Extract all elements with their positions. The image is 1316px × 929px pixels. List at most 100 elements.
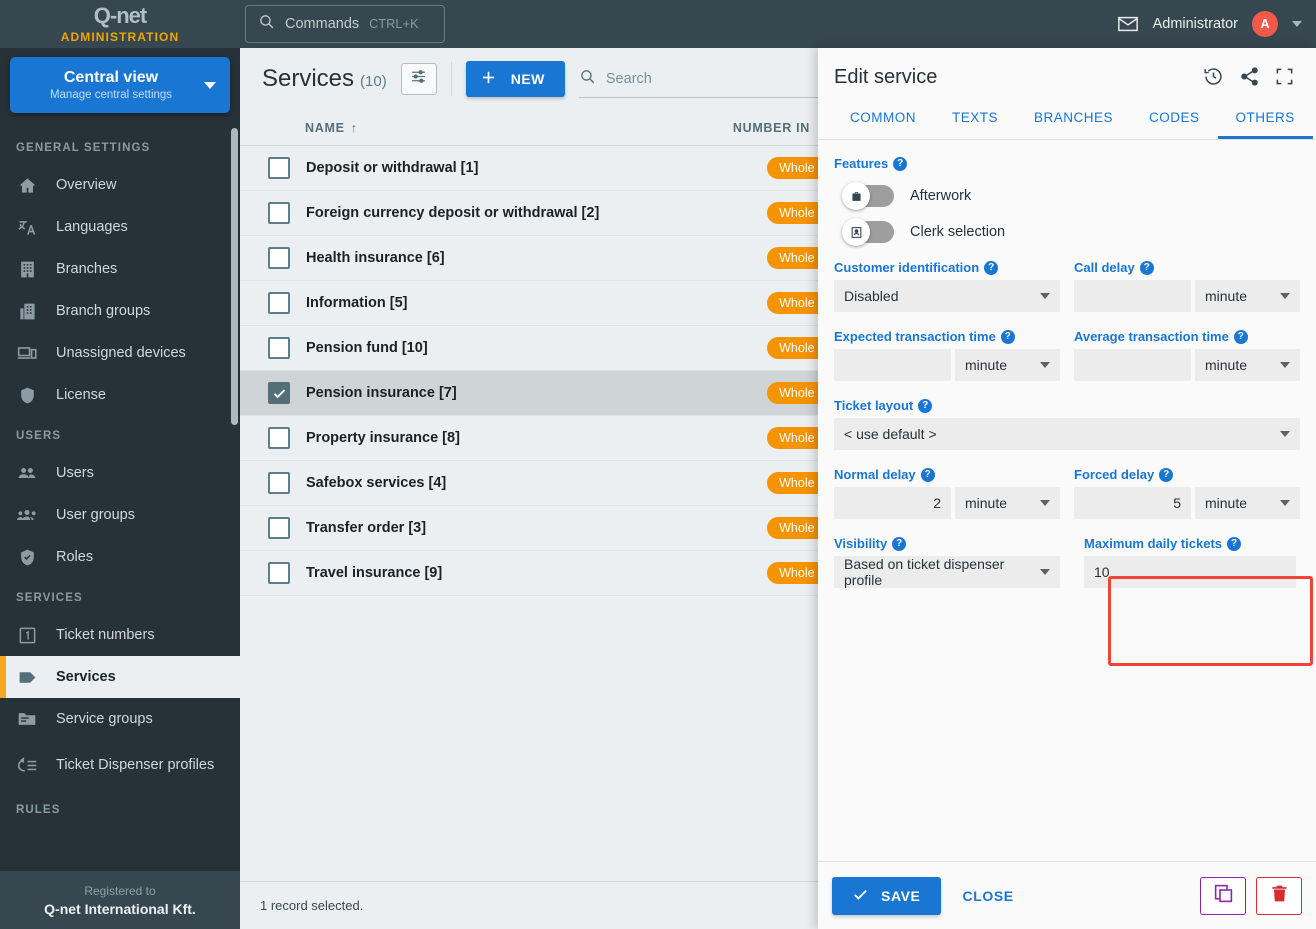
row-checkbox[interactable] [268, 157, 290, 179]
visibility-label-text: Visibility [834, 536, 888, 551]
row-checkbox[interactable] [268, 247, 290, 269]
central-view-selector[interactable]: Central view Manage central settings [10, 57, 230, 113]
table-row[interactable]: Information [5] Whole range [240, 281, 820, 326]
table-row-selected[interactable]: Pension insurance [7] Whole range [240, 371, 820, 416]
search-field[interactable]: Search [578, 60, 820, 98]
row-checkbox[interactable] [268, 472, 290, 494]
customer-identification-select[interactable]: Disabled [834, 280, 1060, 312]
folder-icon [16, 709, 38, 729]
expected-transaction-time-unit-value: minute [965, 357, 1008, 373]
avatar[interactable]: A [1252, 11, 1278, 37]
column-header-number[interactable]: NUMBER IN [733, 121, 820, 135]
tab-others[interactable]: OTHERS [1217, 102, 1313, 139]
sidebar-item-service-groups[interactable]: Service groups [0, 698, 240, 740]
sidebar-item-ticket-dispenser-profiles[interactable]: Ticket Dispenser profiles [0, 740, 240, 790]
sidebar-item-services[interactable]: Services [0, 656, 240, 698]
clerk-selection-toggle[interactable] [842, 218, 894, 246]
table-row[interactable]: Health insurance [6] Whole range [240, 236, 820, 281]
row-checkbox[interactable] [268, 202, 290, 224]
customer-identification-label: Customer identification ? [834, 260, 1060, 275]
translate-icon [16, 218, 38, 237]
row-checkbox[interactable] [268, 427, 290, 449]
row-checkbox[interactable] [268, 517, 290, 539]
call-delay-input[interactable] [1074, 280, 1191, 312]
sidebar-item-license[interactable]: License [0, 374, 240, 416]
forced-delay-unit-select[interactable]: minute [1195, 487, 1300, 519]
normal-delay-input[interactable]: 2 [834, 487, 951, 519]
sidebar-item-languages[interactable]: Languages [0, 206, 240, 248]
sidebar-item-label: User groups [56, 507, 135, 523]
sidebar-item-roles[interactable]: Roles [0, 536, 240, 578]
tab-codes[interactable]: CODES [1131, 102, 1218, 139]
delete-button[interactable] [1256, 876, 1302, 915]
help-icon[interactable]: ? [1139, 260, 1154, 275]
copy-button[interactable] [1200, 876, 1246, 915]
afterwork-toggle[interactable] [842, 182, 894, 210]
fullscreen-icon[interactable] [1275, 67, 1294, 91]
help-icon[interactable]: ? [918, 398, 933, 413]
features-label-text: Features [834, 156, 889, 171]
expected-transaction-time-unit-select[interactable]: minute [955, 349, 1060, 381]
save-button[interactable]: SAVE [832, 876, 941, 915]
help-icon[interactable]: ? [1227, 536, 1241, 551]
shield-check-icon [16, 548, 38, 567]
commands-search-box[interactable]: Commands CTRL+K [245, 5, 445, 43]
envelope-icon[interactable] [1117, 13, 1139, 35]
panel-footer: SAVE CLOSE [818, 861, 1316, 929]
row-checkbox[interactable] [268, 562, 290, 584]
row-checkbox[interactable] [268, 337, 290, 359]
call-delay-field: Call delay ? minute [1074, 260, 1300, 312]
tab-branches[interactable]: BRANCHES [1016, 102, 1131, 139]
help-icon[interactable]: ? [1159, 467, 1174, 482]
table-row[interactable]: Transfer order [3] Whole range [240, 506, 820, 551]
sidebar-item-overview[interactable]: Overview [0, 164, 240, 206]
help-icon[interactable]: ? [1233, 329, 1248, 344]
help-icon[interactable]: ? [892, 536, 907, 551]
tab-common[interactable]: COMMON [832, 102, 934, 139]
devices-icon [16, 343, 38, 363]
panel-tabs: COMMON TEXTS BRANCHES CODES OTHERS [818, 92, 1316, 140]
average-transaction-time-input[interactable] [1074, 349, 1191, 381]
expected-transaction-time-input[interactable] [834, 349, 951, 381]
help-icon[interactable]: ? [920, 467, 935, 482]
close-button[interactable]: CLOSE [951, 888, 1026, 904]
sidebar-item-users[interactable]: Users [0, 452, 240, 494]
row-checkbox-checked[interactable] [268, 382, 290, 404]
sidebar-item-branches[interactable]: Branches [0, 248, 240, 290]
share-icon[interactable] [1239, 66, 1260, 92]
help-icon[interactable]: ? [984, 260, 999, 275]
chevron-down-icon[interactable] [1292, 21, 1302, 27]
history-icon[interactable] [1203, 66, 1224, 92]
table-row[interactable]: Property insurance [8] Whole range [240, 416, 820, 461]
normal-delay-unit-select[interactable]: minute [955, 487, 1060, 519]
table-row[interactable]: Travel insurance [9] Whole range [240, 551, 820, 596]
call-delay-unit-select[interactable]: minute [1195, 280, 1300, 312]
forced-delay-input[interactable]: 5 [1074, 487, 1191, 519]
sort-ascending-icon: ↑ [350, 120, 358, 135]
sidebar-scrollbar[interactable] [231, 128, 238, 425]
new-button[interactable]: NEW [465, 61, 565, 97]
tab-texts[interactable]: TEXTS [934, 102, 1016, 139]
sidebar-item-ticket-numbers[interactable]: Ticket numbers [0, 614, 240, 656]
table-row[interactable]: Foreign currency deposit or withdrawal [… [240, 191, 820, 236]
help-icon[interactable]: ? [1000, 329, 1015, 344]
table-row[interactable]: Pension fund [10] Whole range [240, 326, 820, 371]
table-row[interactable]: Deposit or withdrawal [1] Whole range [240, 146, 820, 191]
help-icon[interactable]: ? [893, 156, 908, 171]
ticket-layout-field: Ticket layout ? < use default > [834, 398, 1300, 450]
column-header-name[interactable]: NAME ↑ [240, 121, 358, 135]
visibility-select[interactable]: Based on ticket dispenser profile [834, 556, 1060, 588]
ticket-layout-select[interactable]: < use default > [834, 418, 1300, 450]
average-transaction-time-unit-select[interactable]: minute [1195, 349, 1300, 381]
chevron-down-icon [1040, 293, 1050, 299]
table-row[interactable]: Safebox services [4] Whole range [240, 461, 820, 506]
sidebar-item-user-groups[interactable]: User groups [0, 494, 240, 536]
sidebar-item-unassigned-devices[interactable]: Unassigned devices [0, 332, 240, 374]
sidebar-item-branch-groups[interactable]: Branch groups [0, 290, 240, 332]
normal-delay-label-text: Normal delay [834, 467, 916, 482]
filter-button[interactable] [400, 63, 437, 95]
tag-icon [16, 667, 38, 688]
number-one-icon [16, 626, 38, 645]
row-checkbox[interactable] [268, 292, 290, 314]
sidebar-item-label: Users [56, 465, 94, 481]
